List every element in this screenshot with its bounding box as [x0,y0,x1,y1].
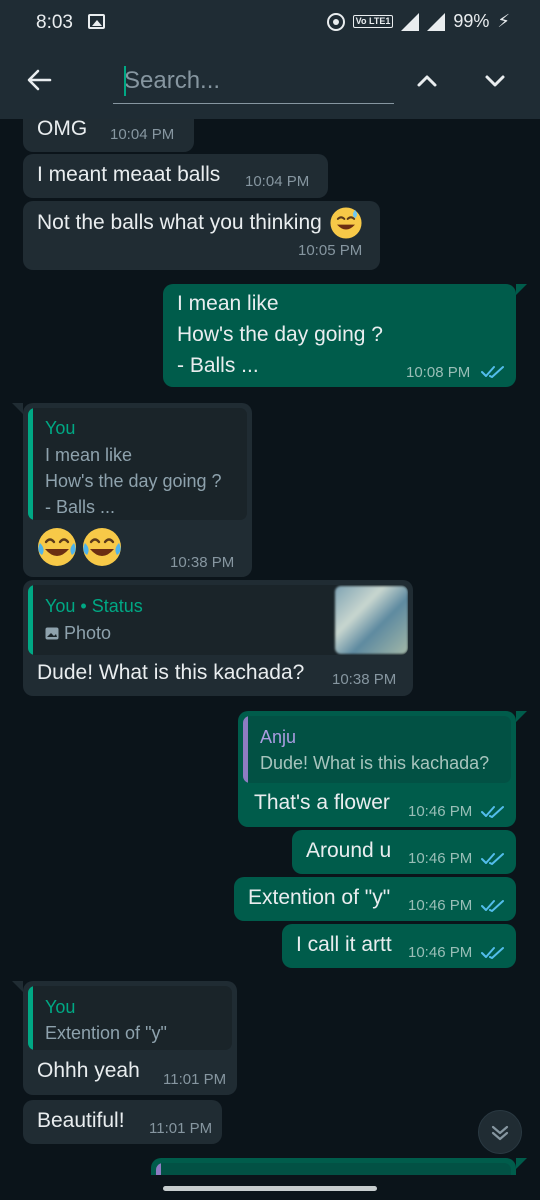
next-result-chevron-down-icon[interactable] [478,64,512,98]
message-time: 10:38 PM [170,554,235,571]
message-incoming[interactable]: I meant meaat balls 10:04 PM [23,154,328,198]
quote-text: I mean like How's the day going ? - Ball… [45,445,222,517]
battery-level: 99% [453,11,490,31]
message-text: That's a flower [254,791,390,814]
message-incoming[interactable]: OMG 10:04 PM [23,119,194,152]
message-text: I meant meaat balls [37,163,221,186]
quoted-message[interactable]: Anju Dude! What is this kachada? [243,716,511,783]
back-arrow-icon[interactable] [22,62,58,98]
message-time: 10:46 PM [408,803,473,820]
hotspot-icon [326,12,345,31]
read-ticks-icon [481,900,504,912]
quoted-message [156,1163,511,1175]
signal-full-icon [427,12,446,31]
tears-of-joy-emoji-icon [83,528,121,566]
message-text: OMG [37,119,88,140]
message-text: Not the balls what you thinking [37,211,322,234]
message-text: Dude! What is this kachada? [37,661,305,684]
status-photo-thumbnail [335,586,408,654]
message-outgoing[interactable]: Around u 10:46 PM [292,830,516,874]
message-outgoing-reply[interactable]: Anju Dude! What is this kachada? That's … [238,711,516,827]
quote-accent-bar [28,585,33,655]
message-incoming-reply[interactable]: You I mean like How's the day going ? - … [23,403,252,577]
message-time: 11:01 PM [149,1120,213,1137]
chat-messages[interactable]: OMG 10:04 PM I meant meaat balls 10:04 P… [0,119,540,1175]
message-text: I mean like How's the day going ? - Ball… [177,292,383,377]
message-incoming-reply[interactable]: You • Status Photo Dude! What is this ka… [23,580,413,696]
sweat-smile-emoji-icon [330,207,362,239]
message-time: 10:08 PM [406,364,471,381]
message-outgoing-partial[interactable] [151,1158,516,1175]
message-time: 10:04 PM [110,126,175,143]
quote-media: Photo [45,620,111,646]
read-ticks-icon [481,947,504,959]
message-incoming-reply[interactable]: You Extention of "y" Ohhh yeah 11:01 PM [23,981,237,1095]
quoted-message[interactable]: You I mean like How's the day going ? - … [28,408,247,520]
quote-accent-bar [243,716,248,783]
search-header [0,44,540,119]
bubble-tail [12,403,23,414]
read-ticks-icon [481,806,504,818]
volte-icon: Vo LTE1 [352,15,394,28]
quote-text: Extention of "y" [45,1023,167,1043]
tears-of-joy-emoji-icon [38,528,76,566]
quote-author: Anju [260,727,297,747]
message-incoming[interactable]: Not the balls what you thinking 10:05 PM [23,201,380,270]
previous-result-chevron-up-icon[interactable] [410,64,444,98]
search-input[interactable] [113,58,394,104]
bubble-tail [516,284,527,295]
message-text: Ohhh yeah [37,1059,140,1082]
bubble-tail [516,1158,527,1169]
quote-accent-bar [28,986,33,1050]
quote-accent-bar [28,408,33,520]
message-outgoing[interactable]: I call it artt 10:46 PM [282,924,516,968]
message-time: 10:46 PM [408,897,473,914]
status-indicators: Vo LTE1 99% ⚡ [326,11,510,32]
message-text: Around u [306,839,392,862]
signal-icon [401,12,420,31]
double-chevron-down-icon [491,1125,509,1141]
message-time: 10:46 PM [408,944,473,961]
quote-author: You [45,418,76,438]
quote-author: You [45,997,76,1017]
quote-accent-bar [156,1163,161,1175]
quoted-status[interactable]: You • Status Photo [28,585,408,655]
status-time: 8:03 [36,12,73,33]
message-time: 10:04 PM [245,173,310,190]
status-bar: 8:03 Vo LTE1 99% ⚡ [0,0,540,44]
message-time: 11:01 PM [163,1071,227,1088]
message-outgoing[interactable]: I mean like How's the day going ? - Ball… [163,284,516,387]
system-navigation-bar [0,1175,540,1200]
bubble-tail [516,711,527,722]
message-outgoing[interactable]: Extention of "y" 10:46 PM [234,877,516,921]
message-time: 10:46 PM [408,850,473,867]
read-ticks-icon [481,366,504,378]
charging-icon: ⚡ [497,11,510,31]
message-text: Beautiful! [37,1109,125,1132]
photo-icon [45,627,59,639]
read-ticks-icon [481,853,504,865]
quoted-message[interactable]: You Extention of "y" [28,986,232,1050]
quote-text: Dude! What is this kachada? [260,753,490,773]
home-gesture-pill[interactable] [163,1186,377,1191]
text-cursor [124,66,126,96]
message-time: 10:38 PM [332,671,397,688]
bubble-tail [12,981,23,992]
message-text: Extention of "y" [248,886,391,909]
quote-author: You • Status [45,596,143,616]
scroll-to-bottom-button[interactable] [478,1110,522,1154]
gallery-notification-icon [88,14,105,29]
message-time: 10:05 PM [298,242,363,259]
message-incoming[interactable]: Beautiful! 11:01 PM [23,1100,222,1144]
message-text: I call it artt [296,933,392,956]
